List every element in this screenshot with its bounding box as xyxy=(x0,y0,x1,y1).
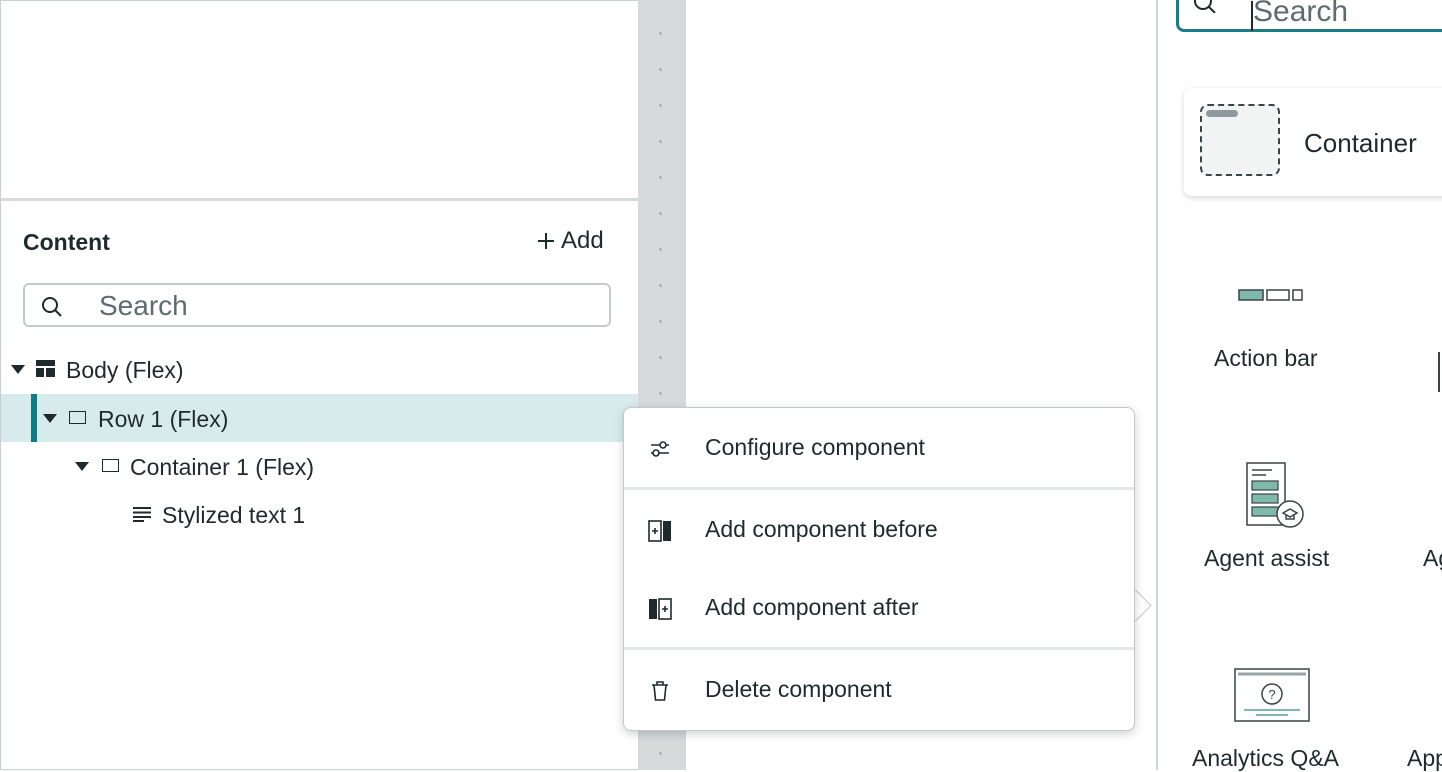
content-panel: Content Add Body (Flex) Row 1 (Flex) Con… xyxy=(1,201,638,769)
component-label: Container xyxy=(1304,128,1417,158)
tree-item-label: Container 1 (Flex) xyxy=(130,454,315,480)
grip-dot xyxy=(659,752,662,755)
text-lines-icon xyxy=(133,507,151,522)
menu-item-label: Add component before xyxy=(705,516,938,542)
agent-assist-icon[interactable] xyxy=(1246,462,1306,530)
grip-dot xyxy=(659,248,662,251)
grip-dot xyxy=(659,392,662,395)
action-bar-icon[interactable] xyxy=(1238,288,1304,302)
component-search[interactable]: Search xyxy=(1176,0,1442,32)
analytics-qa-icon[interactable]: ? xyxy=(1234,668,1310,722)
component-card-container[interactable]: Container xyxy=(1184,88,1442,196)
component-label-partial[interactable]: Ag xyxy=(1423,545,1442,572)
content-search[interactable] xyxy=(23,283,611,327)
menu-item-label: Delete component xyxy=(705,676,892,702)
grip-dot xyxy=(659,212,662,215)
caret-down-icon[interactable] xyxy=(43,414,57,423)
trash-icon xyxy=(652,681,668,701)
menu-item-label: Configure component xyxy=(705,434,925,460)
component-search-placeholder: Search xyxy=(1253,0,1349,28)
grip-dot xyxy=(659,176,662,179)
grip-dot xyxy=(659,284,662,287)
grip-dot xyxy=(659,356,662,359)
tree-item-stylized-text[interactable]: Stylized text 1 xyxy=(1,490,638,538)
container-thumbnail-icon xyxy=(1200,104,1280,176)
grip-dot xyxy=(659,320,662,323)
container-icon xyxy=(102,459,119,472)
component-label[interactable]: Action bar xyxy=(1214,345,1318,372)
caret-down-icon[interactable] xyxy=(11,365,25,374)
add-button[interactable]: Add xyxy=(537,227,604,255)
tree-item-label: Row 1 (Flex) xyxy=(98,406,229,432)
sliders-icon xyxy=(651,441,669,457)
menu-item-label: Add component after xyxy=(705,594,919,620)
insert-after-icon xyxy=(649,598,672,620)
container-icon xyxy=(69,411,86,424)
tree-item-body[interactable]: Body (Flex) xyxy=(1,345,638,393)
content-search-input[interactable] xyxy=(97,289,581,323)
menu-item-delete[interactable]: Delete component xyxy=(624,662,1134,718)
canvas-preview-area xyxy=(1,1,638,199)
context-menu: Configure component Add component before… xyxy=(623,407,1135,731)
svg-text:?: ? xyxy=(1268,687,1275,702)
grip-dot xyxy=(659,104,662,107)
content-title: Content xyxy=(23,229,110,255)
menu-item-configure[interactable]: Configure component xyxy=(624,420,1134,476)
component-panel: Search Container Action bar Agent assist… xyxy=(1156,0,1442,772)
grip-dot xyxy=(659,68,662,71)
tree-item-container1[interactable]: Container 1 (Flex) xyxy=(1,442,638,490)
menu-item-add-after[interactable]: Add component after xyxy=(624,580,1134,636)
tree-item-label: Body (Flex) xyxy=(66,357,184,383)
component-label-partial[interactable]: App xyxy=(1407,745,1442,772)
tree-item-row1[interactable]: Row 1 (Flex) xyxy=(1,394,638,442)
grip-dot xyxy=(659,32,662,35)
layout-icon xyxy=(36,360,55,377)
component-label[interactable]: Analytics Q&A xyxy=(1192,745,1339,772)
plus-icon xyxy=(538,233,554,249)
menu-separator xyxy=(624,647,1134,650)
tree-item-label: Stylized text 1 xyxy=(162,502,306,528)
search-icon xyxy=(1194,0,1216,13)
menu-separator xyxy=(624,487,1134,490)
search-icon xyxy=(42,297,62,317)
insert-before-icon xyxy=(648,520,671,542)
grip-dot xyxy=(659,140,662,143)
menu-item-add-before[interactable]: Add component before xyxy=(624,502,1134,558)
add-button-label: Add xyxy=(561,227,604,254)
caret-down-icon[interactable] xyxy=(75,462,89,471)
component-label[interactable]: Agent assist xyxy=(1204,545,1329,572)
partial-component-edge xyxy=(1438,352,1442,392)
